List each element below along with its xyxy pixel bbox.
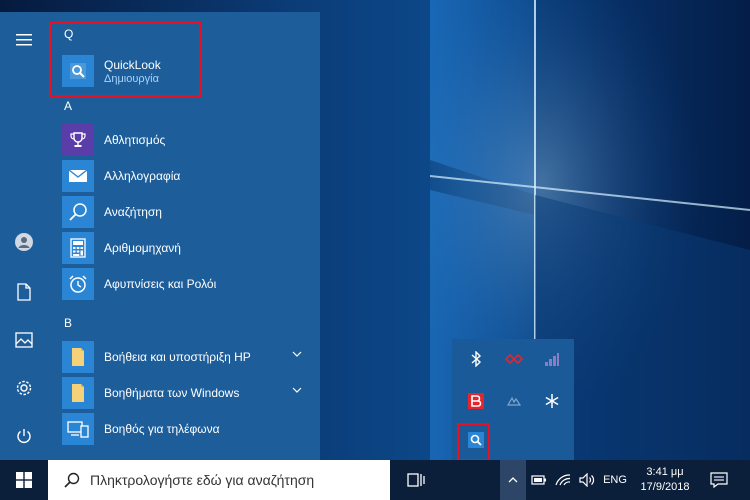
user-account-button[interactable] (0, 222, 48, 262)
network-activity-icon (545, 353, 559, 366)
expand-menu-button[interactable] (0, 20, 48, 60)
alarms-tile (62, 268, 94, 300)
device-icon (506, 396, 522, 406)
wifi-button[interactable] (552, 460, 574, 500)
windows-logo-icon (16, 472, 32, 488)
show-hidden-icons-button[interactable] (500, 460, 526, 500)
search-tile (62, 196, 94, 228)
group-letter-b[interactable]: B (64, 316, 72, 330)
battery-button[interactable] (528, 460, 550, 500)
taskbar: Πληκτρολογήστε εδώ για αναζήτηση ENG 3:4… (0, 460, 750, 500)
quicklook-highlight-box (49, 22, 201, 97)
app-item-alarms-clock[interactable]: Αφυπνίσεις και Ρολόι (62, 267, 320, 301)
search-icon (69, 203, 87, 221)
tray-item-network-activity[interactable] (536, 343, 568, 375)
notification-icon (710, 472, 728, 488)
clock-button[interactable]: 3:41 μμ 17/9/2018 (634, 462, 696, 498)
bluetooth-icon (471, 351, 482, 367)
app-item-windows-accessories[interactable]: Βοηθήματα των Windows (62, 376, 320, 410)
tray-item-bluetooth[interactable] (460, 343, 492, 375)
phone-companion-tile (62, 413, 94, 445)
settings-button[interactable] (0, 368, 48, 408)
documents-button[interactable] (0, 272, 48, 312)
pictures-button[interactable] (0, 320, 48, 360)
volume-icon (579, 473, 595, 487)
app-item-calculator[interactable]: Αριθμομηχανή (62, 231, 320, 265)
folder-tile (62, 341, 94, 373)
red-b-icon (468, 393, 484, 409)
task-view-icon (407, 473, 425, 487)
calculator-icon (70, 238, 86, 258)
clock-time: 3:41 μμ (646, 466, 684, 478)
app-label: Βοηθός για τηλέφωνα (104, 422, 220, 436)
phone-companion-icon (67, 421, 89, 438)
wifi-icon (555, 474, 571, 486)
app-item-hp-support[interactable]: Βοήθεια και υποστήριξη HP (62, 340, 320, 374)
calculator-tile (62, 232, 94, 264)
clock-date: 17/9/2018 (640, 481, 690, 493)
app-label: Αλληλογραφία (104, 169, 181, 183)
app-label: Αφυπνίσεις και Ρολόι (104, 277, 217, 291)
documents-icon (17, 283, 31, 301)
input-language-indicator[interactable]: ENG (600, 460, 630, 500)
power-button[interactable] (0, 416, 48, 456)
red-app-icon (505, 353, 523, 365)
volume-button[interactable] (576, 460, 598, 500)
alarm-clock-icon (69, 275, 87, 293)
action-center-button[interactable] (704, 460, 734, 500)
user-avatar-icon (15, 233, 33, 251)
pictures-icon (15, 332, 33, 348)
start-rail (0, 12, 48, 460)
mail-tile (62, 160, 94, 192)
chevron-down-icon[interactable] (292, 387, 302, 393)
tray-item-red-b[interactable] (460, 385, 492, 417)
settings-icon (16, 380, 32, 396)
chevron-down-icon[interactable] (292, 351, 302, 357)
taskbar-search-box[interactable]: Πληκτρολογήστε εδώ για αναζήτηση (48, 460, 390, 500)
power-icon (17, 429, 31, 443)
app-label: Αναζήτηση (104, 205, 162, 219)
group-letter-a[interactable]: A (64, 99, 72, 113)
app-label: Βοηθήματα των Windows (104, 386, 240, 400)
tray-item-snowflake[interactable] (536, 385, 568, 417)
quicklook-tray-highlight-box (457, 423, 490, 461)
app-item-mail[interactable]: Αλληλογραφία (62, 159, 320, 193)
app-item-phone-companion[interactable]: Βοηθός για τηλέφωνα (62, 412, 320, 446)
app-label: Αριθμομηχανή (104, 241, 181, 255)
app-label: Βοήθεια και υποστήριξη HP (104, 350, 251, 364)
tray-item-red-app[interactable] (498, 343, 530, 375)
app-item-search[interactable]: Αναζήτηση (62, 195, 320, 229)
folder-icon (72, 348, 84, 366)
chevron-up-icon (508, 477, 518, 483)
start-button[interactable] (0, 460, 48, 500)
task-view-button[interactable] (396, 460, 436, 500)
sports-tile (62, 124, 94, 156)
trophy-icon (70, 132, 86, 147)
battery-icon (531, 475, 546, 485)
folder-tile (62, 377, 94, 409)
hamburger-menu-icon (16, 34, 32, 46)
mail-icon (68, 169, 88, 182)
tray-item-device[interactable] (498, 385, 530, 417)
search-icon (64, 472, 80, 488)
snowflake-icon (545, 394, 559, 408)
search-placeholder: Πληκτρολογήστε εδώ για αναζήτηση (90, 472, 315, 488)
app-label: Αθλητισμός (104, 133, 166, 147)
app-item-sports[interactable]: Αθλητισμός (62, 123, 320, 157)
folder-icon (72, 384, 84, 402)
